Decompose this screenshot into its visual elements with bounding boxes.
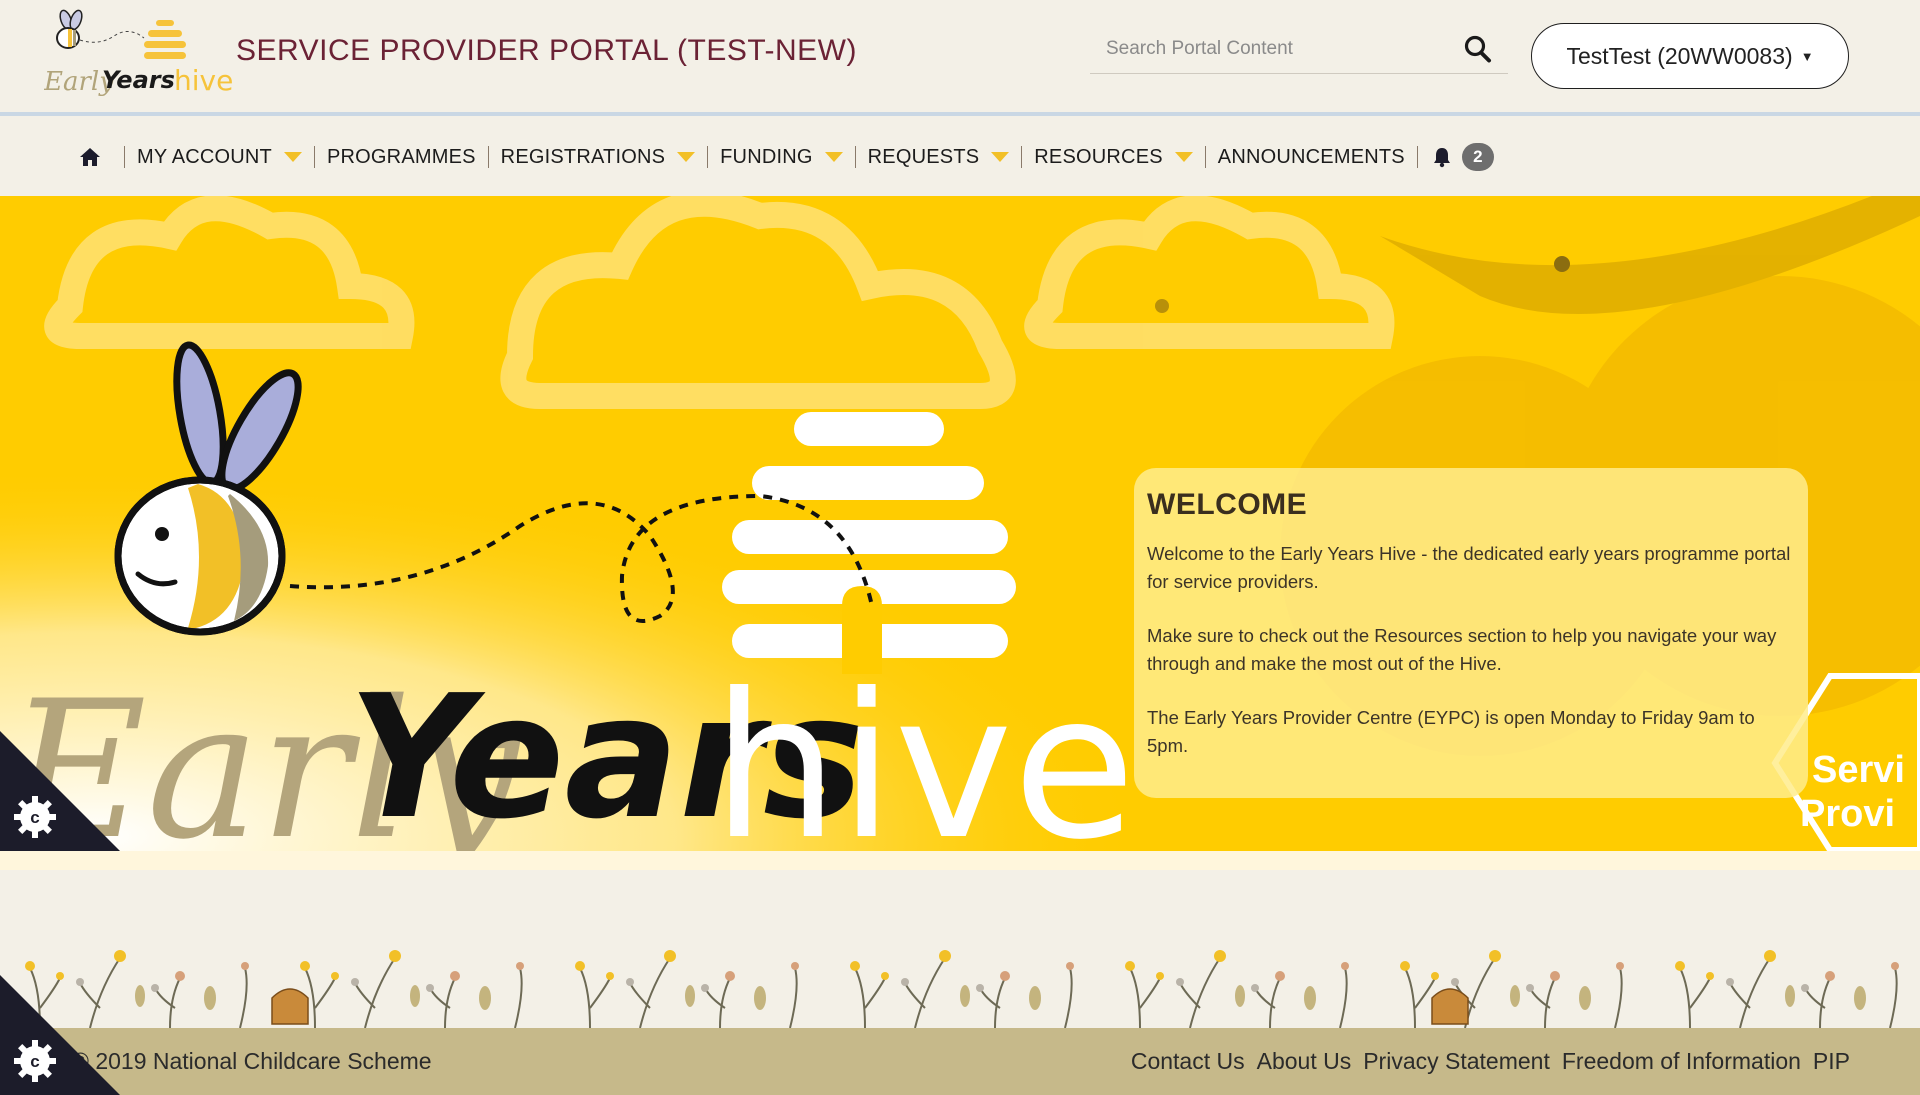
- brand-hive-text: hive: [712, 651, 1136, 870]
- flower-border-decoration: [25, 949, 1900, 1028]
- bell-icon[interactable]: [1432, 146, 1452, 168]
- side-badge-line1: Servi: [1812, 749, 1905, 791]
- footer-link-contact-us[interactable]: Contact Us: [1131, 1048, 1245, 1075]
- svg-text:hive: hive: [174, 64, 233, 97]
- account-label: TestTest (20WW0083): [1566, 42, 1793, 69]
- svg-text:c: c: [30, 808, 39, 827]
- nav-separator: [313, 146, 315, 168]
- early-years-hive-logo[interactable]: Early Years hive: [44, 8, 234, 104]
- footer-links: Contact Us About Us Privacy Statement Fr…: [1131, 1048, 1850, 1075]
- chevron-down-icon: [677, 152, 696, 162]
- nav-separator: [707, 146, 709, 168]
- footer-link-privacy-statement[interactable]: Privacy Statement: [1363, 1048, 1550, 1075]
- nav-funding[interactable]: FUNDING: [720, 146, 843, 169]
- footer-link-freedom-of-information[interactable]: Freedom of Information: [1562, 1048, 1801, 1075]
- caret-down-icon: ▼: [1800, 48, 1814, 64]
- nav-item-label: PROGRAMMES: [326, 145, 476, 168]
- footer-link-about-us[interactable]: About Us: [1257, 1048, 1352, 1075]
- nav-item-label: ANNOUNCEMENTS: [1217, 145, 1405, 168]
- welcome-paragraph-2: Make sure to check out the Resources sec…: [1147, 625, 1777, 674]
- nav-item-label: REQUESTS: [867, 145, 980, 168]
- nav-programmes[interactable]: PROGRAMMES: [327, 146, 476, 169]
- welcome-paragraph-3: The Early Years Provider Centre (EYPC) i…: [1147, 707, 1755, 756]
- search-input[interactable]: [1106, 34, 1446, 64]
- copyright-text: © 2019 National Childcare Scheme: [72, 1048, 432, 1074]
- chevron-down-icon: [824, 152, 843, 162]
- svg-text:Years: Years: [102, 66, 175, 94]
- notification-count-badge[interactable]: 2: [1461, 143, 1494, 171]
- chevron-down-icon: [991, 152, 1010, 162]
- header: Early Years hive SERVICE PROVIDER PORTAL…: [0, 0, 1920, 116]
- svg-text:c: c: [30, 1052, 39, 1071]
- cookie-settings-icon[interactable]: c: [0, 731, 120, 851]
- nav-resources[interactable]: RESOURCES: [1034, 146, 1193, 169]
- nav-registrations[interactable]: REGISTRATIONS: [500, 145, 696, 169]
- search-box: [1090, 26, 1508, 74]
- portal-title: SERVICE PROVIDER PORTAL (TEST-NEW): [236, 34, 857, 67]
- nav-separator: [1416, 146, 1418, 168]
- nav-announcements[interactable]: ANNOUNCEMENTS: [1218, 146, 1405, 169]
- nav-separator: [1021, 146, 1023, 168]
- nav-separator: [124, 146, 125, 168]
- nav-requests[interactable]: REQUESTS: [868, 146, 1010, 169]
- welcome-title: WELCOME: [1147, 488, 1308, 521]
- nav-separator: [487, 146, 489, 168]
- nav-item-label: MY ACCOUNT: [137, 145, 272, 168]
- nav-item-label: REGISTRATIONS: [500, 145, 666, 168]
- welcome-card: WELCOME Welcome to the Early Years Hive …: [1134, 468, 1808, 798]
- nav-item-label: FUNDING: [720, 145, 813, 168]
- search-icon[interactable]: [1462, 32, 1494, 66]
- chevron-down-icon: [283, 152, 302, 162]
- nav-item-label: RESOURCES: [1034, 145, 1163, 168]
- cookie-settings-icon[interactable]: c: [0, 975, 120, 1095]
- account-dropdown-button[interactable]: TestTest (20WW0083) ▼: [1531, 23, 1849, 89]
- hero-banner: Servi Provi Early Years hive WELCOME Wel…: [0, 196, 1920, 870]
- nav-separator: [854, 146, 856, 168]
- footer: © 2019 National Childcare Scheme Contact…: [0, 1028, 1920, 1095]
- home-icon[interactable]: [78, 145, 102, 169]
- footer-link-pip[interactable]: PIP: [1813, 1048, 1850, 1075]
- chevron-down-icon: [1174, 152, 1193, 162]
- main-nav: MY ACCOUNT PROGRAMMES REGISTRATIONS FUND…: [0, 116, 1920, 196]
- side-badge-line2: Provi: [1800, 793, 1895, 835]
- welcome-paragraph-1: Welcome to the Early Years Hive - the de…: [1147, 543, 1791, 592]
- nav-my-account[interactable]: MY ACCOUNT: [137, 146, 302, 169]
- nav-separator: [1204, 146, 1206, 168]
